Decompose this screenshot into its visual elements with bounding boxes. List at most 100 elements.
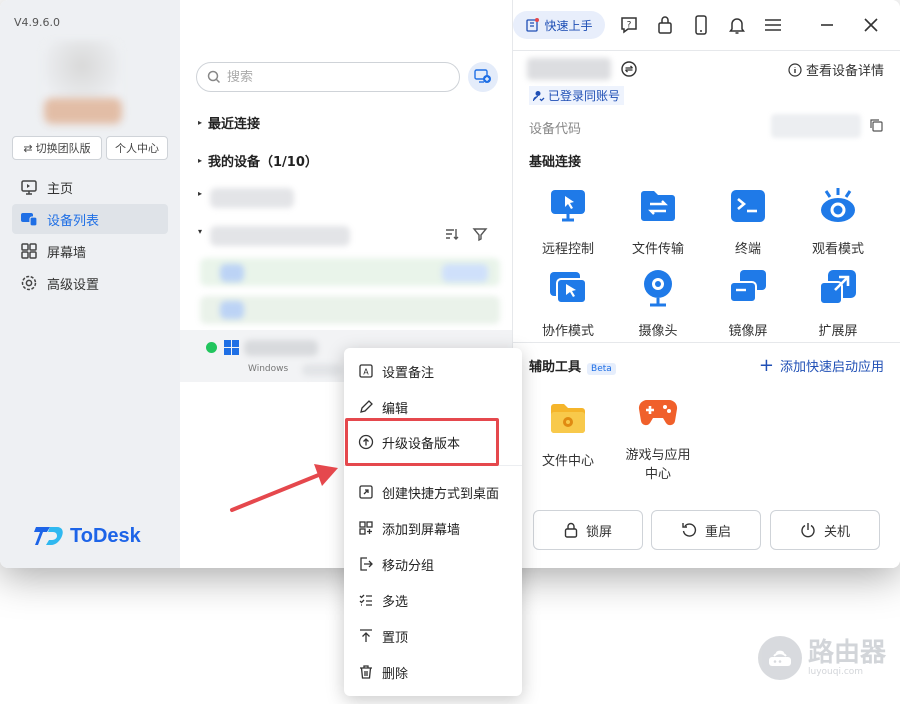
user-check-icon [533,90,545,101]
device-code-blurred [771,114,861,138]
add-device-button[interactable] [468,62,498,92]
tool-camera[interactable]: 摄像头 [618,268,698,339]
restart-button[interactable]: 重启 [651,510,761,550]
view-device-details-link[interactable]: 查看设备详情 [788,60,884,79]
close-icon[interactable] [859,13,883,37]
sidebar-item-device-list[interactable]: 设备列表 [12,204,168,234]
router-logo-icon [758,636,802,680]
extend-screen-icon [819,270,856,305]
tool-terminal[interactable]: 终端 [708,186,788,257]
device-badge-blurred [442,264,488,282]
device-name-blurred [244,340,318,356]
file-transfer-icon [641,191,675,221]
eye-icon [821,188,855,222]
shutdown-button[interactable]: 关机 [770,510,880,550]
sidebar-item-screen-wall[interactable]: 屏幕墙 [12,236,168,266]
caret-right-icon: ▸ [198,118,203,127]
sidebar-item-home[interactable]: 主页 [12,172,168,202]
camera-icon [644,270,672,307]
lock-icon[interactable] [653,13,677,37]
group-my-devices[interactable]: ▸ 我的设备（1/10） [198,151,318,170]
device-code-label: 设备代码 [529,122,582,137]
restart-icon [682,523,697,537]
plus-icon: + [758,354,774,376]
menu-icon[interactable] [761,13,785,37]
shortcut-icon [359,485,373,499]
menu-item-move-group[interactable]: 移动分组 [344,549,522,579]
filter-icon[interactable] [472,226,488,242]
group-name-blurred [210,188,294,208]
todesk-logo-icon [34,527,63,545]
move-icon [360,557,373,571]
svg-text:A: A [363,368,369,377]
tool-extend-screen[interactable]: 扩展屏 [798,268,878,339]
device-meta-blurred [302,364,342,376]
info-icon [788,62,802,77]
device-context-menu: A 设置备注 编辑 升级设备版本 创建快捷方式到桌面 添加到屏幕墙 移动分组 多… [344,348,522,696]
tool-file-center[interactable]: 文件中心 [528,398,608,469]
folder-icon [551,404,585,433]
help-icon[interactable]: ? [617,13,641,37]
search-box[interactable] [196,62,460,92]
caret-right-icon: ▸ [198,156,203,165]
tool-remote-control[interactable]: 远程控制 [528,186,608,257]
tool-file-transfer[interactable]: 文件传输 [618,186,698,257]
tool-collab-mode[interactable]: 协作模式 [528,268,608,339]
menu-item-pin-top[interactable]: 置顶 [344,621,522,651]
swap-icon: ⇄ [23,141,33,155]
windows-icon [224,340,239,355]
username-blurred [44,98,122,124]
power-icon [801,523,815,538]
book-icon [526,18,540,32]
group-blurred-1[interactable]: ▸ [198,189,202,198]
menu-item-add-to-wall[interactable]: 添加到屏幕墙 [344,513,522,543]
annotation-arrow-icon [230,464,338,512]
quick-start-button[interactable]: 快速上手 [513,11,605,39]
bell-icon[interactable] [725,13,749,37]
search-input[interactable] [227,69,437,85]
pin-top-icon [360,629,372,642]
minimize-icon[interactable] [815,13,839,37]
device-row-blurred[interactable] [200,296,500,324]
multiselect-icon [359,594,372,606]
sidebar-nav: 主页 设备列表 屏幕墙 高级设置 [12,172,168,300]
device-os-label: Windows [248,364,289,374]
menu-item-delete[interactable]: 删除 [344,657,522,687]
lock-screen-button[interactable]: 锁屏 [533,510,643,550]
menu-item-create-shortcut[interactable]: 创建快捷方式到桌面 [344,477,522,507]
tool-watch-mode[interactable]: 观看模式 [798,186,878,257]
watermark: 路由器 luyouqi.com [758,636,886,680]
online-status-dot [206,342,217,353]
trash-icon [360,665,372,679]
personal-center-button[interactable]: 个人中心 [106,136,168,160]
group-name-blurred [210,226,350,246]
menu-item-multi-select[interactable]: 多选 [344,585,522,615]
group-blurred-2[interactable]: ▾ [198,227,202,236]
copy-icon[interactable] [869,118,883,136]
gamepad-icon [638,399,678,426]
phone-icon[interactable] [689,13,713,37]
sidebar: V4.9.6.0 ⇄ 切换团队版 个人中心 主页 设备列表 屏幕墙 高级设置 T… [0,0,180,568]
same-account-badge: 已登录同账号 [529,86,625,105]
tool-game-app-center[interactable]: 游戏与应用 中心 [618,392,698,482]
devices-icon [20,210,38,228]
caret-down-icon: ▾ [198,227,203,236]
device-icon-blurred [220,264,244,282]
menu-item-set-note[interactable]: A 设置备注 [344,356,522,386]
add-quick-launch-app-link[interactable]: + 添加快速启动应用 [759,356,884,375]
list-tools [444,226,488,242]
refresh-icon[interactable] [620,60,638,82]
sort-icon[interactable] [444,226,460,242]
tool-mirror-screen[interactable]: 镜像屏 [708,268,788,339]
beta-badge: Beta [587,363,616,375]
svg-text:?: ? [627,21,632,31]
group-recent[interactable]: ▸ 最近连接 [198,113,260,132]
sidebar-item-advanced-settings[interactable]: 高级设置 [12,268,168,298]
terminal-icon [731,190,765,222]
switch-team-button[interactable]: ⇄ 切换团队版 [12,136,102,160]
note-icon: A [359,364,373,378]
collab-icon [550,272,587,304]
add-device-icon [474,69,491,83]
lock-icon [564,522,578,538]
remote-control-icon [551,190,585,222]
